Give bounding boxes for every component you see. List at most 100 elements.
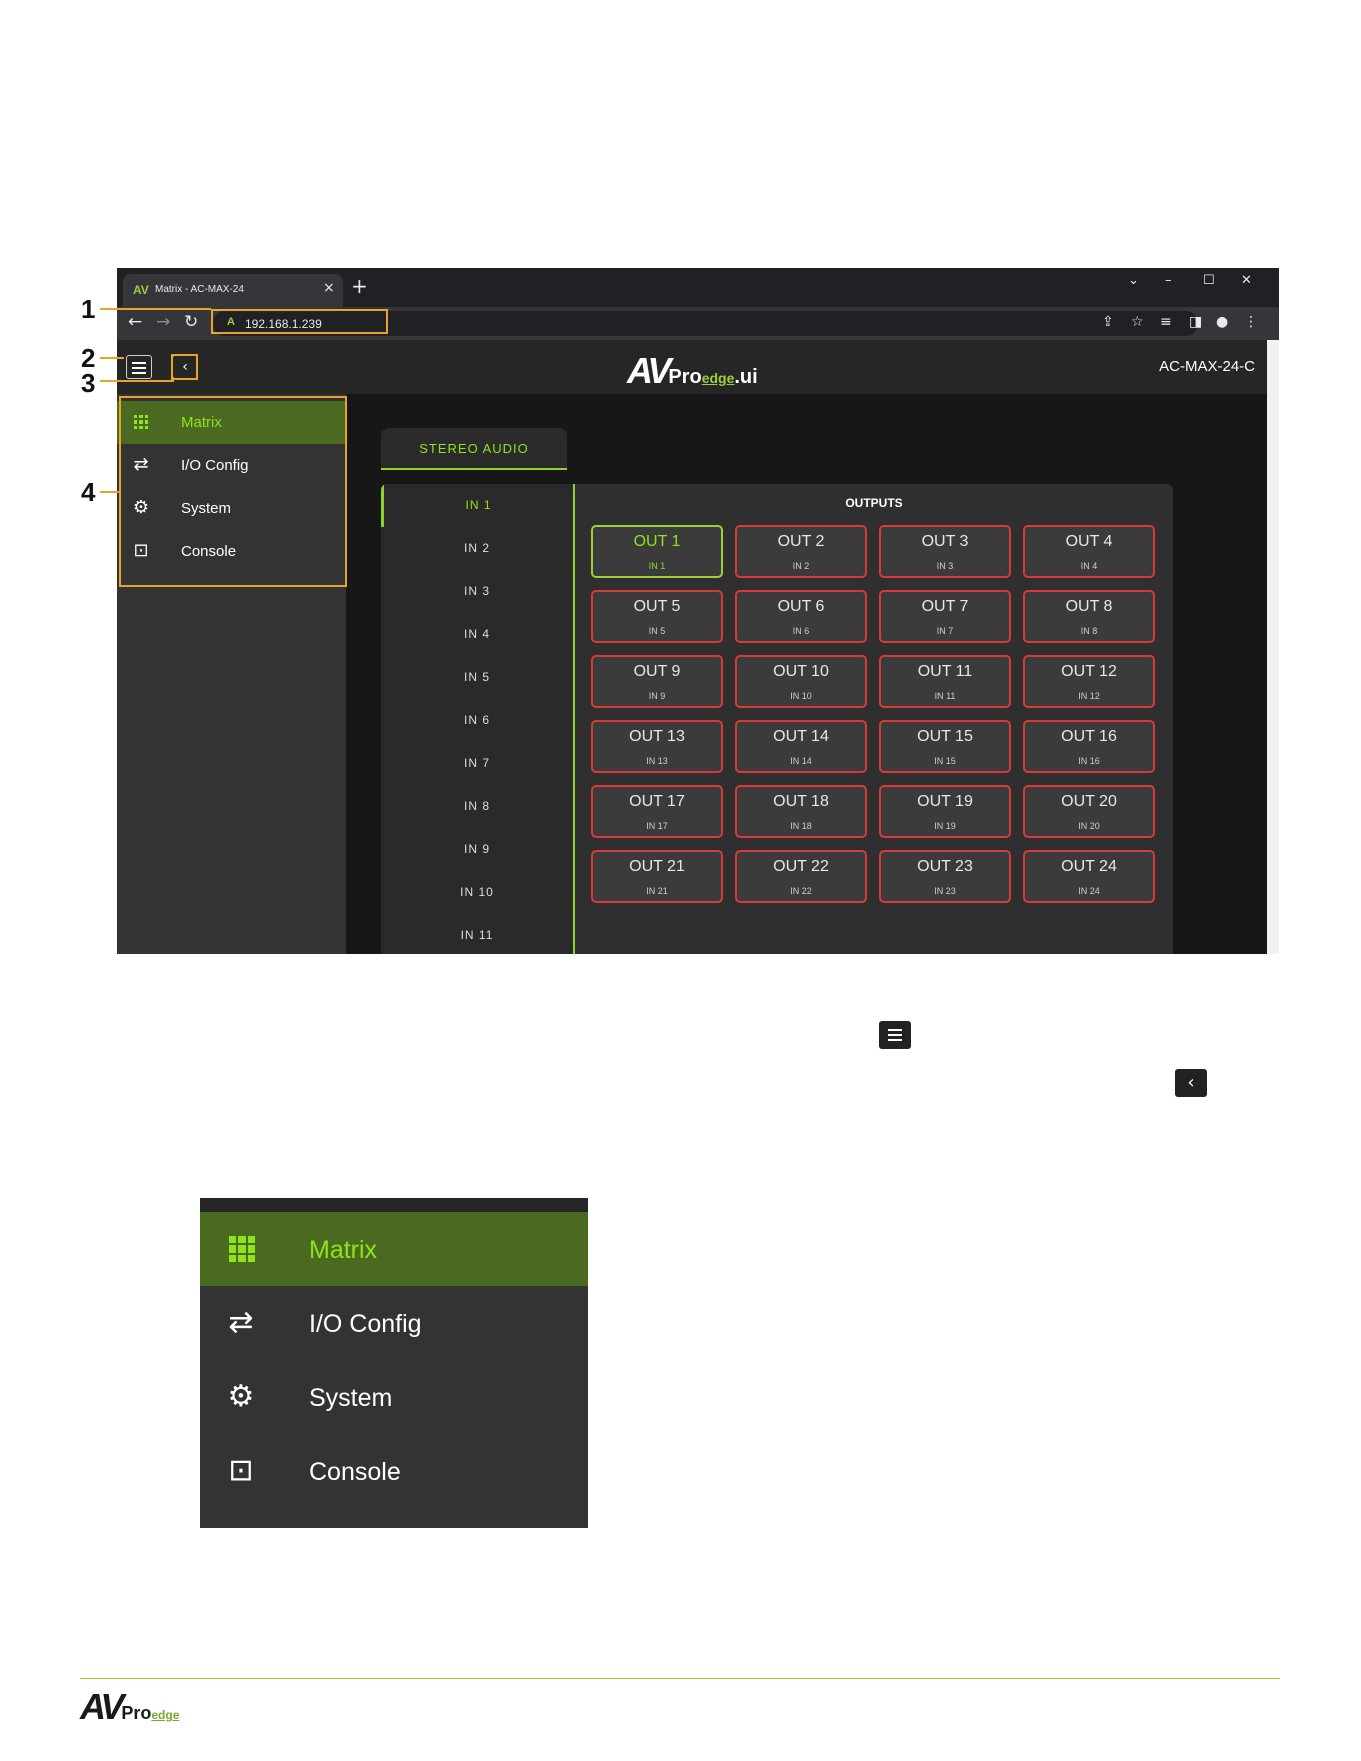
callout-line-4 (100, 491, 119, 493)
forward-icon[interactable]: → (156, 312, 170, 332)
output-button[interactable]: OUT 23 IN 23 (879, 850, 1011, 903)
profile-icon[interactable]: ● (1216, 314, 1228, 330)
output-button[interactable]: OUT 9 IN 9 (591, 655, 723, 708)
output-source: IN 15 (934, 756, 956, 766)
output-name: OUT 13 (629, 728, 685, 745)
output-button[interactable]: OUT 12 IN 12 (1023, 655, 1155, 708)
output-name: OUT 10 (773, 663, 829, 680)
reload-icon[interactable]: ↻ (184, 312, 198, 332)
input-item[interactable]: IN 1 (381, 484, 573, 527)
share-icon[interactable]: ⇪ (1102, 314, 1114, 330)
input-item[interactable]: IN 3 (381, 570, 573, 613)
back-icon[interactable]: ← (128, 312, 142, 332)
output-button[interactable]: OUT 19 IN 19 (879, 785, 1011, 838)
output-name: OUT 6 (777, 598, 825, 615)
output-source: IN 21 (646, 886, 668, 896)
app-header: ‹ AVProedge.ui AC-MAX-24-C (117, 340, 1267, 394)
scrollbar[interactable] (1267, 340, 1279, 954)
input-item[interactable]: IN 11 (381, 914, 573, 954)
output-source: IN 11 (934, 691, 956, 701)
new-tab-button[interactable]: + (351, 274, 368, 298)
device-name: AC-MAX-24-C (1159, 358, 1255, 375)
callout-box-collapse (171, 354, 198, 380)
input-item[interactable]: IN 5 (381, 656, 573, 699)
menu-item-label: System (309, 1384, 393, 1412)
output-name: OUT 4 (1065, 533, 1113, 550)
hamburger-menu-button[interactable] (126, 355, 152, 379)
arrows-icon: ⇄ (228, 1305, 254, 1340)
output-button[interactable]: OUT 11 IN 11 (879, 655, 1011, 708)
output-button[interactable]: OUT 17 IN 17 (591, 785, 723, 838)
bookmark-star-icon[interactable]: ☆ (1131, 314, 1144, 330)
close-tab-icon[interactable]: × (323, 280, 335, 296)
minimize-icon[interactable]: – (1165, 273, 1172, 288)
output-button[interactable]: OUT 3 IN 3 (879, 525, 1011, 578)
output-button[interactable]: OUT 6 IN 6 (735, 590, 867, 643)
input-item[interactable]: IN 8 (381, 785, 573, 828)
output-button[interactable]: OUT 13 IN 13 (591, 720, 723, 773)
grid-icon (229, 1236, 255, 1262)
browser-menu-icon[interactable]: ⋮ (1244, 314, 1258, 330)
output-button[interactable]: OUT 21 IN 21 (591, 850, 723, 903)
side-panel-icon[interactable]: ◨ (1189, 314, 1202, 330)
callout-number-4: 4 (81, 477, 96, 507)
menu-item-console[interactable]: ⊡ Console (200, 1434, 588, 1508)
input-item[interactable]: IN 10 (381, 871, 573, 914)
outputs-title: OUTPUTS (845, 496, 903, 510)
output-name: OUT 9 (633, 663, 681, 680)
menu-item-label: Console (309, 1458, 401, 1486)
output-button[interactable]: OUT 5 IN 5 (591, 590, 723, 643)
output-button[interactable]: OUT 1 IN 1 (591, 525, 723, 578)
callout-box-menu (119, 396, 347, 587)
gear-icon: ⚙ (227, 1379, 255, 1414)
output-button[interactable]: OUT 22 IN 22 (735, 850, 867, 903)
output-source: IN 17 (646, 821, 668, 831)
output-button[interactable]: OUT 7 IN 7 (879, 590, 1011, 643)
output-name: OUT 1 (633, 533, 681, 550)
output-button[interactable]: OUT 15 IN 15 (879, 720, 1011, 773)
menu-item-io-config[interactable]: ⇄ I/O Config (200, 1286, 588, 1360)
output-button[interactable]: OUT 2 IN 2 (735, 525, 867, 578)
output-button[interactable]: OUT 10 IN 10 (735, 655, 867, 708)
output-button[interactable]: OUT 14 IN 14 (735, 720, 867, 773)
output-source: IN 20 (1078, 821, 1100, 831)
output-name: OUT 20 (1061, 793, 1117, 810)
output-button[interactable]: OUT 18 IN 18 (735, 785, 867, 838)
output-button[interactable]: OUT 24 IN 24 (1023, 850, 1155, 903)
output-button[interactable]: OUT 20 IN 20 (1023, 785, 1155, 838)
input-item[interactable]: IN 6 (381, 699, 573, 742)
avpro-logo: AVProedge.ui (627, 350, 758, 391)
input-item[interactable]: IN 4 (381, 613, 573, 656)
output-button[interactable]: OUT 16 IN 16 (1023, 720, 1155, 773)
output-name: OUT 14 (773, 728, 829, 745)
callout-box-url (211, 309, 388, 334)
callout-number-3: 3 (81, 368, 96, 398)
maximize-icon[interactable]: ☐ (1203, 273, 1215, 288)
output-source: IN 22 (790, 886, 812, 896)
terminal-icon: ⊡ (228, 1453, 254, 1488)
callout-line-3 (100, 380, 174, 382)
output-name: OUT 19 (917, 793, 973, 810)
inputs-list: IN 1 IN 2 IN 3 IN 4 IN 5 IN 6 IN 7 IN 8 IN 9 IN 1… (381, 484, 573, 954)
browser-tab[interactable]: AV Matrix - AC-MAX-24 × (123, 274, 343, 307)
reading-list-icon[interactable]: ≡ (1160, 314, 1172, 330)
output-name: OUT 2 (777, 533, 825, 550)
output-button[interactable]: OUT 4 IN 4 (1023, 525, 1155, 578)
close-window-icon[interactable]: ✕ (1241, 273, 1252, 288)
browser-window: AV Matrix - AC-MAX-24 × + ⌄ – ☐ ✕ ← → ↻ … (117, 268, 1279, 954)
tab-search-icon[interactable]: ⌄ (1128, 273, 1139, 288)
menu-item-matrix[interactable]: Matrix (200, 1212, 588, 1286)
input-item[interactable]: IN 2 (381, 527, 573, 570)
input-item[interactable]: IN 9 (381, 828, 573, 871)
output-source: IN 4 (1080, 561, 1098, 571)
footer-divider (80, 1678, 1280, 1679)
tab-stereo-audio[interactable]: STEREO AUDIO (381, 428, 567, 470)
output-name: OUT 22 (773, 858, 829, 875)
hamburger-icon (879, 1021, 911, 1049)
output-name: OUT 12 (1061, 663, 1117, 680)
output-source: IN 6 (792, 626, 810, 636)
output-button[interactable]: OUT 8 IN 8 (1023, 590, 1155, 643)
output-source: IN 14 (790, 756, 812, 766)
menu-item-system[interactable]: ⚙ System (200, 1360, 588, 1434)
input-item[interactable]: IN 7 (381, 742, 573, 785)
